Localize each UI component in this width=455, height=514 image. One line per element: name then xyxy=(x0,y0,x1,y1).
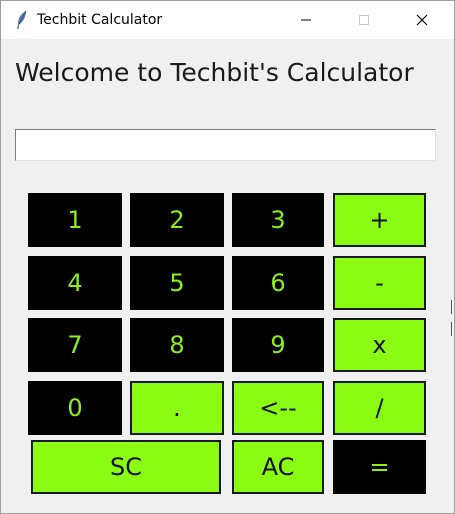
close-icon xyxy=(416,11,428,30)
key-2[interactable]: 2 xyxy=(130,193,224,247)
key-7[interactable]: 7 xyxy=(28,318,122,372)
key-decimal[interactable]: . xyxy=(130,381,224,435)
title-bar: Techbit Calculator xyxy=(1,1,454,39)
welcome-heading: Welcome to Techbit's Calculator xyxy=(15,58,414,87)
key-8[interactable]: 8 xyxy=(130,318,224,372)
display-entry[interactable] xyxy=(15,129,436,161)
app-window: Techbit Calculator Welcome to Techbit's … xyxy=(0,0,455,514)
key-5[interactable]: 5 xyxy=(130,256,224,310)
close-button[interactable] xyxy=(393,1,451,39)
key-1[interactable]: 1 xyxy=(28,193,122,247)
key-0[interactable]: 0 xyxy=(28,381,122,435)
key-ac[interactable]: AC xyxy=(232,440,324,494)
key-divide[interactable]: / xyxy=(333,381,426,435)
key-plus[interactable]: + xyxy=(333,193,426,247)
window-edge-mark xyxy=(451,300,452,336)
key-9[interactable]: 9 xyxy=(232,318,324,372)
feather-icon xyxy=(15,10,29,30)
minimize-button[interactable] xyxy=(277,1,335,39)
key-backspace[interactable]: <-- xyxy=(232,381,324,435)
minimize-icon xyxy=(300,11,312,30)
key-multiply[interactable]: x xyxy=(333,318,426,372)
key-6[interactable]: 6 xyxy=(232,256,324,310)
maximize-button[interactable] xyxy=(335,1,393,39)
maximize-icon xyxy=(358,11,370,30)
key-equals[interactable]: = xyxy=(333,440,426,494)
key-sc[interactable]: SC xyxy=(31,440,221,494)
key-minus[interactable]: - xyxy=(333,256,426,310)
key-4[interactable]: 4 xyxy=(28,256,122,310)
window-title: Techbit Calculator xyxy=(37,12,163,28)
key-3[interactable]: 3 xyxy=(232,193,324,247)
